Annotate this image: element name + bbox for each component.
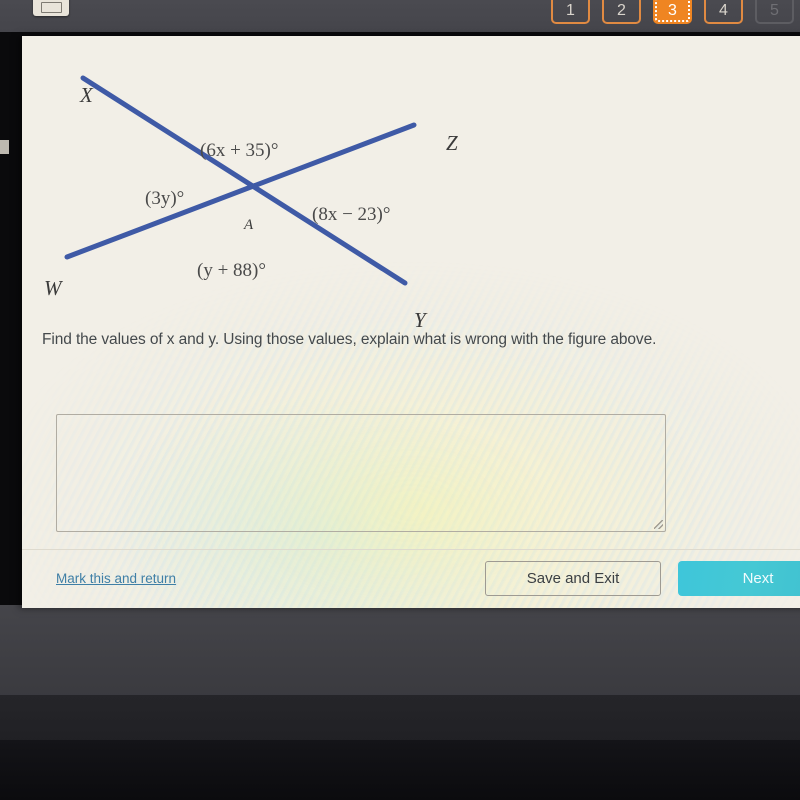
answer-textarea[interactable] — [56, 414, 666, 532]
bezel-band-upper — [0, 605, 800, 700]
intersecting-lines-drawing — [64, 75, 417, 286]
question-nav-button-2[interactable]: 2 — [602, 0, 641, 24]
next-button[interactable]: Next — [678, 561, 800, 596]
question-nav-button-3[interactable]: 3 — [653, 0, 692, 24]
geometry-figure: X Z W Y A (6x + 35)° (3y)° (8x − 23)° (y… — [22, 36, 492, 332]
angle-label-6x-plus-35: (6x + 35)° — [200, 140, 279, 161]
window-icon[interactable] — [33, 0, 69, 16]
question-nav: 1 2 3 4 5 — [551, 0, 794, 24]
left-edge-sliver — [0, 140, 9, 154]
save-and-exit-button[interactable]: Save and Exit — [485, 561, 661, 596]
point-label-a: A — [244, 217, 254, 233]
mark-this-and-return-link[interactable]: Mark this and return — [56, 571, 176, 586]
card-footer: Mark this and return Save and Exit Next — [22, 549, 800, 608]
question-nav-button-4[interactable]: 4 — [704, 0, 743, 24]
angle-label-y-plus-88: (y + 88)° — [197, 260, 266, 281]
question-nav-button-5[interactable]: 5 — [755, 0, 794, 24]
bezel-band-lower — [0, 740, 800, 800]
question-text: Find the values of x and y. Using those … — [42, 331, 657, 348]
bezel-band-mid — [0, 695, 800, 745]
monitor-photo: 1 2 3 4 5 X Z W Y A (6x + 35)° (3y)° (8x… — [0, 0, 800, 800]
resize-handle-icon[interactable] — [654, 520, 663, 529]
angle-label-8x-minus-23: (8x − 23)° — [312, 204, 391, 225]
angle-label-3y: (3y)° — [145, 188, 185, 209]
line-xy — [80, 75, 408, 286]
question-card: X Z W Y A (6x + 35)° (3y)° (8x − 23)° (y… — [22, 36, 800, 608]
point-label-z: Z — [446, 131, 458, 155]
point-label-x: X — [80, 83, 93, 107]
point-label-y: Y — [414, 308, 426, 332]
point-label-w: W — [44, 276, 62, 300]
question-nav-button-1[interactable]: 1 — [551, 0, 590, 24]
top-toolbar: 1 2 3 4 5 — [0, 0, 800, 32]
